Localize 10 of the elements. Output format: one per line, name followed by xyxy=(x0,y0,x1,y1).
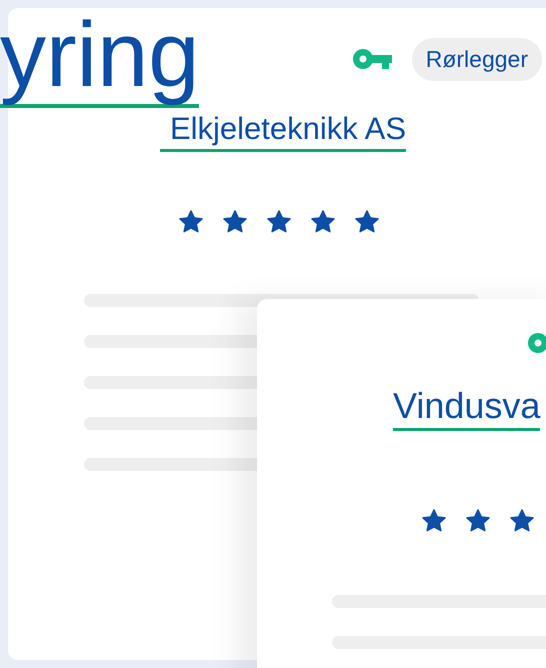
star-icon xyxy=(353,208,381,236)
company-name-link[interactable]: Elkjeleteknikk AS xyxy=(160,108,406,152)
key-icon xyxy=(352,48,392,70)
company-name-link[interactable]: Vindusva xyxy=(393,384,540,431)
category-tag: Rørlegger xyxy=(412,38,542,80)
star-icon xyxy=(221,208,249,236)
overlay-heading-link[interactable]: yring xyxy=(0,6,200,108)
star-icon xyxy=(265,208,293,236)
star-icon xyxy=(309,208,337,236)
star-icon xyxy=(177,208,205,236)
